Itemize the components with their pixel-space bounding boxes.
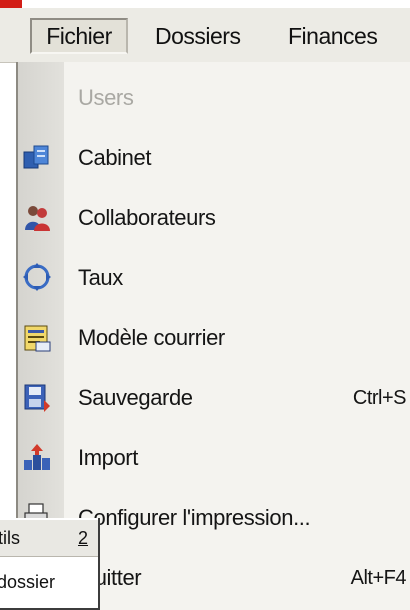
menu-item-label: Taux (78, 265, 123, 290)
overlap-row-number: 2 (78, 528, 89, 548)
menu-item-import[interactable]: Import (18, 428, 410, 488)
menu-item-label: Configurer l'impression... (78, 505, 311, 530)
overlapping-window-fragment: tils 2 dossier (0, 518, 100, 610)
menu-item-modele-courrier[interactable]: Modèle courrier (18, 308, 410, 368)
red-title-fragment (0, 0, 22, 8)
menu-item-users: Users (18, 68, 410, 128)
overlap-row-text: tils (0, 528, 20, 548)
import-icon (22, 442, 52, 472)
menu-item-collaborateurs[interactable]: Collaborateurs (18, 188, 410, 248)
menu-finances[interactable]: Finances (288, 18, 378, 54)
collaborators-icon (22, 202, 52, 232)
menu-bar: Fichier Dossiers Finances (0, 8, 410, 63)
letter-template-icon (22, 322, 52, 352)
menu-item-taux[interactable]: Taux (18, 248, 410, 308)
menu-item-shortcut: Ctrl+S (352, 387, 407, 409)
menu-dossiers[interactable]: Dossiers (155, 18, 241, 54)
menu-item-label: Import (78, 445, 138, 470)
cabinet-icon (22, 142, 52, 172)
menu-item-label: Sauvegarde (78, 385, 193, 410)
rates-icon (22, 262, 52, 292)
backup-icon (22, 382, 52, 412)
overlap-menu-row[interactable]: tils 2 (0, 520, 98, 557)
menu-item-label: Collaborateurs (78, 205, 216, 230)
menu-item-label: Users (78, 85, 134, 110)
menu-item-sauvegarde[interactable]: Sauvegarde Ctrl+S (18, 368, 410, 428)
menu-item-shortcut: Alt+F4 (350, 567, 407, 589)
overlap-list-item[interactable]: dossier (0, 564, 55, 600)
menu-item-label: Modèle courrier (78, 325, 225, 350)
menu-fichier[interactable]: Fichier (30, 18, 128, 54)
menu-item-cabinet[interactable]: Cabinet (18, 128, 410, 188)
menu-item-label: Cabinet (78, 145, 152, 170)
